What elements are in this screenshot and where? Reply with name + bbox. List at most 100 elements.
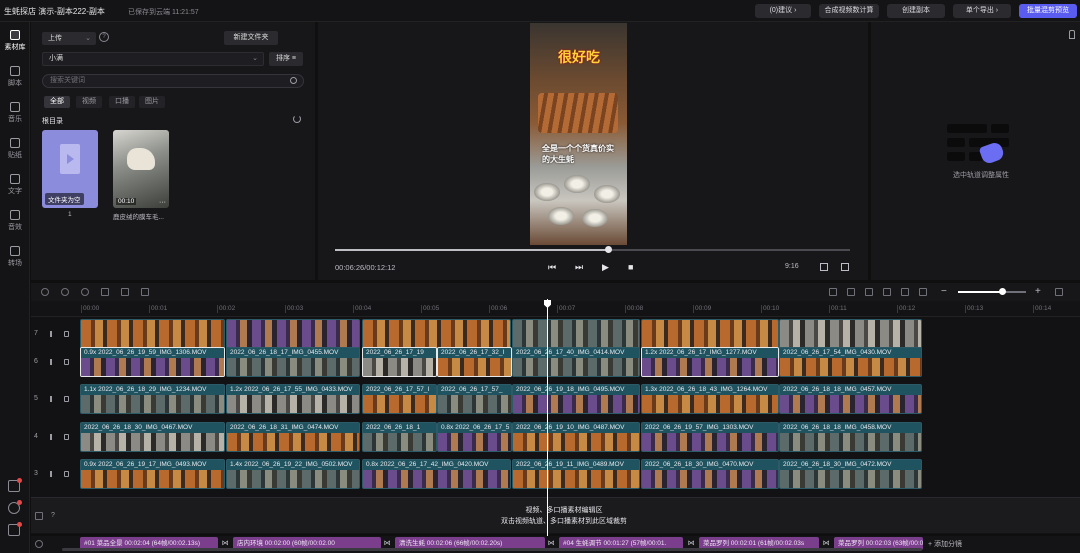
more-icon[interactable]: ··· (159, 199, 166, 206)
video-clip[interactable]: 0.9x 2022_06_26_19_59_IMG_1306.MOV (80, 347, 225, 377)
video-clip[interactable]: 0.8x 2022_06_26_17_5 (437, 422, 512, 452)
calc-count-button[interactable]: 合成视频数计算 (819, 4, 879, 18)
segment-settings-icon[interactable] (35, 540, 43, 548)
video-clip[interactable]: 2022_06_26_19_57_IMG_1303.MOV (641, 422, 779, 452)
track-volume-icon[interactable] (50, 331, 56, 337)
undo-icon[interactable] (41, 288, 49, 296)
rail-sound-effect[interactable]: 音效 (0, 210, 30, 232)
redo-icon[interactable] (61, 288, 69, 296)
rail-transition[interactable]: 转场 (0, 246, 30, 268)
video-clip[interactable]: 2022_06_26_18_17_IMG_0455.MOV (226, 347, 360, 377)
filter-video[interactable]: 视频 (76, 96, 102, 108)
video-clip[interactable]: 2022_06_26_17_54_IMG_0430.MOV (779, 347, 922, 377)
search-icon[interactable] (290, 77, 297, 84)
layers-icon[interactable] (829, 288, 837, 296)
time-ruler[interactable]: 00:00 00:01 00:02 00:03 00:04 00:05 00:06 00:07… (31, 301, 1080, 317)
video-clip[interactable]: 2022_06_26_18_18_IMG_0457.MOV (779, 384, 922, 414)
help-circle-icon[interactable]: ? (99, 32, 109, 42)
video-clip[interactable]: 0.9x 2022_06_26_19_17_IMG_0493.MOV (80, 459, 225, 489)
aspect-ratio[interactable]: 9:16 (785, 263, 799, 270)
track-volume-icon[interactable] (50, 396, 56, 402)
video-clip[interactable]: 1.3x 2022_06_26_18_43_IMG_1264.MOV (641, 384, 779, 414)
sort-button[interactable]: 排序 ≡ (269, 52, 303, 66)
track-lock-icon[interactable] (64, 331, 69, 337)
timeline-scrollbar[interactable] (62, 548, 922, 551)
video-clip[interactable]: 2022_06_26_17_32_I (437, 347, 512, 377)
create-copy-button[interactable]: 创建副本 (887, 4, 945, 18)
track-volume-icon[interactable] (50, 434, 56, 440)
video-clip[interactable]: 2022_06_26_18_30_IMG_0470.MOV (641, 459, 779, 489)
track-lock-icon[interactable] (64, 471, 69, 477)
playhead[interactable] (547, 299, 548, 536)
stop-icon[interactable]: ■ (628, 262, 633, 272)
track-lock-icon[interactable] (64, 396, 69, 402)
track-volume-icon[interactable] (50, 359, 56, 365)
track-volume-icon[interactable] (50, 471, 56, 477)
folder-card[interactable]: 文件夹为空 (42, 130, 98, 208)
freeze-icon[interactable] (141, 288, 149, 296)
video-clip[interactable] (362, 319, 511, 349)
upload-dropdown[interactable]: 上传 ⌄ (42, 32, 96, 45)
rail-script[interactable]: 脚本 (0, 66, 30, 88)
zoom-out-icon[interactable]: − (941, 286, 947, 297)
message-icon[interactable] (8, 522, 22, 536)
document-icon[interactable] (847, 288, 855, 296)
rail-sticker[interactable]: 贴纸 (0, 138, 30, 160)
video-card[interactable]: 00:10 ··· (113, 130, 169, 208)
batch-preview-button[interactable]: 批量混剪预览 (1019, 4, 1077, 18)
center-icon[interactable] (919, 288, 927, 296)
zoom-slider[interactable] (958, 288, 1026, 295)
suggestion-button[interactable]: (0)建议 › (755, 4, 811, 18)
rail-material-library[interactable]: 素材库 (0, 30, 30, 52)
fit-timeline-icon[interactable] (1055, 288, 1063, 296)
prev-frame-icon[interactable]: ⏮ (548, 262, 556, 273)
video-clip[interactable] (641, 319, 779, 349)
search-input[interactable]: 搜索关键词 (42, 74, 304, 88)
rail-music[interactable]: 音乐 (0, 102, 30, 124)
video-clip[interactable]: 2022_06_26_17_57_I (362, 384, 437, 414)
play-icon[interactable]: ▶ (602, 262, 609, 273)
single-export-button[interactable]: 单个导出 › (953, 4, 1011, 18)
video-clip[interactable]: 1.2x 2022_06_26_17_IMG_1277.MOV (641, 347, 779, 377)
pin-icon[interactable] (1069, 30, 1075, 39)
playback-scrubber[interactable] (335, 246, 850, 253)
mute-track-icon[interactable] (865, 288, 873, 296)
video-clip[interactable]: 2022_06_26_17_19 (362, 347, 437, 377)
video-clip[interactable]: 2022_06_26_17_40_IMG_0414.MOV (512, 347, 640, 377)
refresh-icon[interactable] (293, 115, 301, 123)
add-segment-button[interactable]: + 添加分镜 (928, 539, 962, 549)
zoom-in-icon[interactable]: + (1035, 286, 1041, 297)
track-lock-icon[interactable] (64, 359, 69, 365)
filter-all[interactable]: 全部 (44, 96, 70, 108)
video-clip[interactable]: 2022_06_26_19_18_IMG_0495.MOV (512, 384, 640, 414)
video-clip[interactable] (779, 319, 922, 349)
video-clip[interactable]: 1.2x 2022_06_26_17_55_IMG_0433.MOV (226, 384, 360, 414)
video-clip[interactable]: 0.8x 2022_06_26_17_42_IMG_0420.MOV (362, 459, 511, 489)
fullscreen-icon[interactable] (841, 263, 849, 271)
zoom-handle[interactable] (999, 288, 1007, 295)
edit-area[interactable]: ? 视频、多口播素材编辑区 双击视频轨道、多口播素材到此区域裁剪 (31, 497, 1080, 533)
track-lock-icon[interactable] (64, 434, 69, 440)
reset-icon[interactable] (81, 288, 89, 296)
video-clip[interactable]: 1.4x 2022_06_26_19_22_IMG_0502.MOV (226, 459, 360, 489)
scrubber-handle[interactable] (604, 246, 612, 253)
video-clip[interactable] (226, 319, 360, 349)
settings-icon[interactable] (35, 512, 43, 520)
preview-video[interactable]: 很好吃 全是一个个货真价实的大生蚝 (530, 23, 627, 245)
video-clip[interactable]: 2022_06_26_19_10_IMG_0487.MOV (512, 422, 640, 452)
video-clip[interactable]: 1.1x 2022_06_26_18_29_IMG_1234.MOV (80, 384, 225, 414)
split-icon[interactable] (101, 288, 109, 296)
video-clip[interactable]: 2022_06_26_19_11_IMG_0489.MOV (512, 459, 640, 489)
owner-dropdown[interactable]: 小满 ⌄ (42, 52, 264, 66)
video-clip[interactable]: 2022_06_26_18_31_IMG_0474.MOV (226, 422, 360, 452)
video-clip[interactable] (512, 319, 640, 349)
video-clip[interactable]: 2022_06_26_17_57_ (437, 384, 512, 414)
filter-image[interactable]: 图片 (139, 96, 165, 108)
help-icon[interactable] (8, 500, 22, 514)
video-clip[interactable] (80, 319, 225, 349)
crop-icon[interactable] (901, 288, 909, 296)
project-title[interactable]: 生蚝探店 演示-副本222-副本 (4, 6, 105, 17)
volume-icon[interactable] (883, 288, 891, 296)
video-clip[interactable]: 2022_06_26_18_30_IMG_0472.MOV (779, 459, 922, 489)
step-forward-icon[interactable]: ⏭ (575, 262, 583, 273)
